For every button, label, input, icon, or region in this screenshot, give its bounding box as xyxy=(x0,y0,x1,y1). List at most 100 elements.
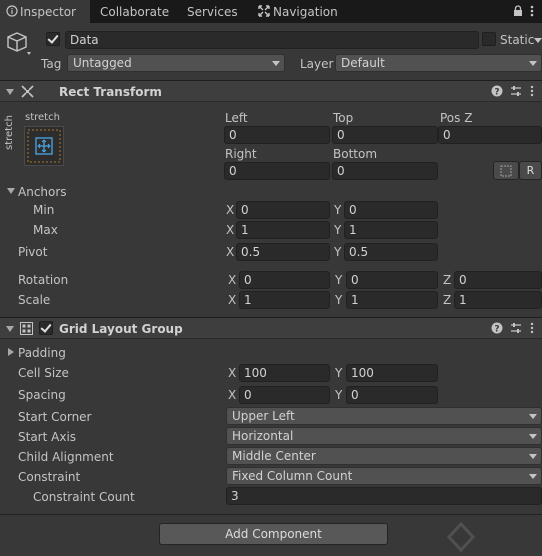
rotation-x-axis-label: X xyxy=(228,273,237,287)
object-name-field[interactable]: Data xyxy=(65,31,479,49)
scale-y-axis-label: Y xyxy=(335,293,343,307)
cell-size-x-field[interactable]: 100 xyxy=(239,364,330,382)
rotation-z-field[interactable]: 0 xyxy=(454,271,542,289)
pivot-x-field[interactable]: 0.5 xyxy=(236,243,330,261)
chevron-down-icon xyxy=(529,434,537,439)
start-axis-dropdown[interactable]: Horizontal xyxy=(226,427,542,445)
tab-inspector[interactable]: Inspector xyxy=(0,0,90,23)
scale-x-field[interactable]: 1 xyxy=(239,291,330,309)
component-menu-icon[interactable] xyxy=(530,322,534,337)
presets-icon[interactable] xyxy=(510,85,522,100)
grid-layout-header[interactable]: Grid Layout Group ? xyxy=(0,317,542,339)
tab-services[interactable]: Services xyxy=(187,0,238,23)
min-label: Min xyxy=(33,203,55,217)
left-field[interactable]: 0 xyxy=(224,126,330,144)
blueprint-mode-button[interactable] xyxy=(493,161,519,180)
anchors-label: Anchors xyxy=(18,185,67,199)
top-label: Top xyxy=(333,111,354,125)
tag-value: Untagged xyxy=(73,56,132,70)
gameobject-icon[interactable] xyxy=(6,30,34,61)
constraint-dropdown[interactable]: Fixed Column Count xyxy=(226,467,542,485)
bottom-field[interactable]: 0 xyxy=(332,162,438,180)
max-y-axis-label: Y xyxy=(334,223,342,237)
layer-dropdown[interactable]: Default xyxy=(335,54,542,72)
padding-foldout-icon[interactable] xyxy=(8,348,14,356)
tag-label: Tag xyxy=(41,57,62,71)
start-corner-dropdown[interactable]: Upper Left xyxy=(226,407,542,425)
right-field[interactable]: 0 xyxy=(224,162,330,180)
scale-z-field[interactable]: 1 xyxy=(454,291,542,309)
static-checkbox[interactable] xyxy=(482,32,496,46)
help-icon[interactable]: ? xyxy=(491,322,503,337)
posz-field[interactable]: 0 xyxy=(438,126,542,144)
foldout-arrow-icon[interactable] xyxy=(6,326,14,332)
spacing-label: Spacing xyxy=(18,388,66,402)
grid-layout-icon xyxy=(20,322,33,338)
tab-navigation[interactable]: Navigation xyxy=(258,0,338,23)
child-alignment-dropdown[interactable]: Middle Center xyxy=(226,447,542,465)
anchors-foldout-icon[interactable] xyxy=(7,188,15,194)
chevron-down-icon xyxy=(529,474,537,479)
scale-y-field[interactable]: 1 xyxy=(346,291,438,309)
rotation-x-field[interactable]: 0 xyxy=(239,271,330,289)
rotation-y-field[interactable]: 0 xyxy=(346,271,438,289)
watermark-icon xyxy=(446,521,476,555)
component-menu-icon[interactable] xyxy=(530,85,534,100)
pivot-y-field[interactable]: 0.5 xyxy=(344,243,438,261)
min-x-field[interactable]: 0 xyxy=(236,201,330,219)
svg-text:?: ? xyxy=(494,88,499,98)
max-label: Max xyxy=(33,223,58,237)
add-component-button[interactable]: Add Component xyxy=(159,523,388,545)
constraint-label: Constraint xyxy=(18,470,81,484)
constraint-count-field[interactable]: 3 xyxy=(226,487,542,505)
rotation-label: Rotation xyxy=(18,273,69,287)
help-icon[interactable]: ? xyxy=(491,85,503,100)
start-corner-value: Upper Left xyxy=(232,409,295,423)
layer-label: Layer xyxy=(300,57,334,71)
anchor-preset-side-label: stretch xyxy=(4,115,15,150)
pivot-y-axis-label: Y xyxy=(334,245,342,259)
scale-z-axis-label: Z xyxy=(443,293,452,307)
spacing-x-axis-label: X xyxy=(228,388,237,402)
tab-inspector-label: Inspector xyxy=(20,5,76,19)
cell-size-y-axis-label: Y xyxy=(335,366,343,380)
cell-size-x-axis-label: X xyxy=(228,366,237,380)
presets-icon[interactable] xyxy=(510,322,522,337)
cell-size-y-field[interactable]: 100 xyxy=(346,364,438,382)
rect-transform-header[interactable]: Rect Transform ? xyxy=(0,80,542,102)
rect-transform-icon xyxy=(21,85,34,101)
top-field[interactable]: 0 xyxy=(332,126,438,144)
rect-transform-title: Rect Transform xyxy=(59,85,162,99)
lock-icon[interactable] xyxy=(513,5,523,20)
foldout-arrow-icon[interactable] xyxy=(6,89,14,95)
tab-collaborate[interactable]: Collaborate xyxy=(100,0,169,23)
more-options-icon[interactable] xyxy=(530,4,534,21)
spacing-y-field[interactable]: 0 xyxy=(346,386,438,404)
scale-x-axis-label: X xyxy=(228,293,237,307)
raw-edit-button[interactable]: R xyxy=(519,161,542,180)
chevron-down-icon xyxy=(529,61,537,66)
bottom-label: Bottom xyxy=(333,147,378,161)
pivot-x-axis-label: X xyxy=(226,245,235,259)
max-y-field[interactable]: 1 xyxy=(344,221,438,239)
static-dropdown-arrow-icon[interactable] xyxy=(534,38,542,43)
tag-dropdown[interactable]: Untagged xyxy=(67,54,285,72)
min-y-field[interactable]: 0 xyxy=(344,201,438,219)
grid-layout-title: Grid Layout Group xyxy=(59,322,183,336)
chevron-down-icon xyxy=(529,454,537,459)
anchor-preset-button[interactable] xyxy=(24,126,64,166)
tab-collaborate-label: Collaborate xyxy=(100,5,170,19)
posz-label: Pos Z xyxy=(440,111,473,125)
chevron-down-icon xyxy=(272,61,280,66)
rotation-y-axis-label: Y xyxy=(335,273,343,287)
divider xyxy=(0,514,542,515)
max-x-field[interactable]: 1 xyxy=(236,221,330,239)
active-checkbox[interactable] xyxy=(46,32,60,46)
right-label: Right xyxy=(225,147,257,161)
tab-bar: Inspector Collaborate Services Navigatio… xyxy=(0,0,542,23)
grid-layout-enabled-checkbox[interactable] xyxy=(39,321,53,335)
padding-label: Padding xyxy=(18,346,66,360)
start-axis-value: Horizontal xyxy=(232,429,294,443)
spacing-x-field[interactable]: 0 xyxy=(239,386,330,404)
scale-label: Scale xyxy=(18,293,51,307)
